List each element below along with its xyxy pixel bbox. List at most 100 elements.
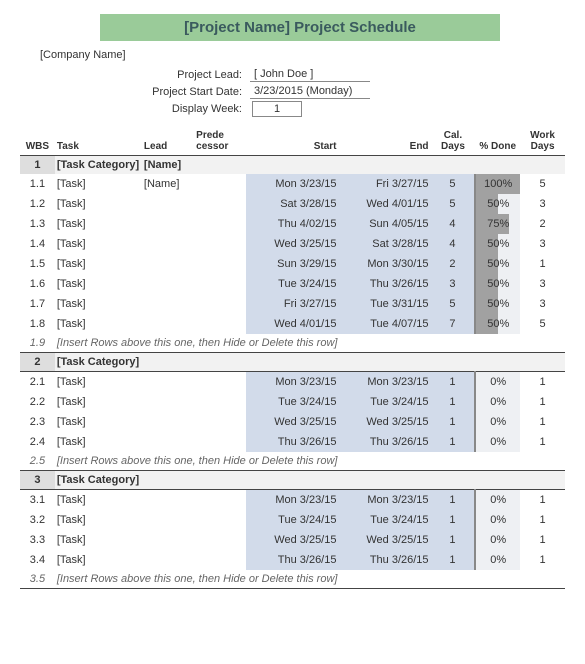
cell-start[interactable]: Mon 3/23/15 <box>246 490 338 511</box>
cell-wbs[interactable]: 1.5 <box>20 254 55 274</box>
cell-task[interactable]: [Task] <box>55 530 142 550</box>
cell-start[interactable]: Wed 4/01/15 <box>246 314 338 334</box>
cell-predecessor[interactable] <box>194 214 246 234</box>
cell-task[interactable]: [Task] <box>55 294 142 314</box>
cell-start[interactable]: Thu 4/02/15 <box>246 214 338 234</box>
cell-start[interactable]: Tue 3/24/15 <box>246 392 338 412</box>
cell-end[interactable]: Tue 3/31/15 <box>338 294 430 314</box>
cell-start[interactable]: Tue 3/24/15 <box>246 510 338 530</box>
cell-wbs[interactable]: 2.3 <box>20 412 55 432</box>
cell-pct-done[interactable]: 50% <box>475 314 520 334</box>
cell-task[interactable]: [Task] <box>55 194 142 214</box>
project-lead-value[interactable]: [ John Doe ] <box>250 67 370 82</box>
cell-start[interactable]: Sat 3/28/15 <box>246 194 338 214</box>
project-start-value[interactable]: 3/23/2015 (Monday) <box>250 84 370 99</box>
cell-cal-days[interactable]: 1 <box>431 510 476 530</box>
cell-start[interactable]: Mon 3/23/15 <box>246 372 338 393</box>
cell-predecessor[interactable] <box>194 412 246 432</box>
cell-task[interactable]: [Task] <box>55 174 142 194</box>
cell-predecessor[interactable] <box>194 174 246 194</box>
cell-predecessor[interactable] <box>194 314 246 334</box>
display-week-value[interactable]: 1 <box>252 101 302 117</box>
cell-end[interactable]: Mon 3/23/15 <box>338 490 430 511</box>
cell-work-days[interactable]: 1 <box>520 372 565 393</box>
cell-start[interactable]: Wed 3/25/15 <box>246 234 338 254</box>
cell-end[interactable]: Sun 4/05/15 <box>338 214 430 234</box>
cell-end[interactable]: Fri 3/27/15 <box>338 174 430 194</box>
cell-wbs[interactable]: 3.1 <box>20 490 55 511</box>
cell-predecessor[interactable] <box>194 254 246 274</box>
cell-end[interactable]: Wed 4/01/15 <box>338 194 430 214</box>
cell-work-days[interactable]: 1 <box>520 392 565 412</box>
cell-end[interactable]: Wed 3/25/15 <box>338 412 430 432</box>
cell-wbs[interactable]: 2.2 <box>20 392 55 412</box>
cell-start[interactable]: Sun 3/29/15 <box>246 254 338 274</box>
cell-predecessor[interactable] <box>194 392 246 412</box>
cell-pct-done[interactable]: 0% <box>475 490 520 511</box>
cell-cal-days[interactable]: 1 <box>431 490 476 511</box>
cell-predecessor[interactable] <box>194 274 246 294</box>
cell-end[interactable]: Thu 3/26/15 <box>338 274 430 294</box>
cell-cal-days[interactable]: 1 <box>431 530 476 550</box>
cell-wbs[interactable]: 2.1 <box>20 372 55 393</box>
cell-work-days[interactable]: 3 <box>520 194 565 214</box>
cell-predecessor[interactable] <box>194 490 246 511</box>
cell-work-days[interactable]: 2 <box>520 214 565 234</box>
cell-pct-done[interactable]: 0% <box>475 510 520 530</box>
cell-pct-done[interactable]: 50% <box>475 274 520 294</box>
cell-task[interactable]: [Task] <box>55 234 142 254</box>
cell-lead[interactable] <box>142 432 194 452</box>
cell-task[interactable]: [Task] <box>55 490 142 511</box>
cell-predecessor[interactable] <box>194 510 246 530</box>
cell-work-days[interactable]: 1 <box>520 254 565 274</box>
cell-end[interactable]: Sat 3/28/15 <box>338 234 430 254</box>
cell-task[interactable]: [Task] <box>55 392 142 412</box>
cell-work-days[interactable]: 1 <box>520 412 565 432</box>
cell-work-days[interactable]: 1 <box>520 490 565 511</box>
cell-work-days[interactable]: 1 <box>520 510 565 530</box>
cell-pct-done[interactable]: 0% <box>475 372 520 393</box>
cell-end[interactable]: Tue 3/24/15 <box>338 510 430 530</box>
cell-pct-done[interactable]: 0% <box>475 530 520 550</box>
cell-start[interactable]: Tue 3/24/15 <box>246 274 338 294</box>
cell-work-days[interactable]: 1 <box>520 550 565 570</box>
cell-pct-done[interactable]: 50% <box>475 254 520 274</box>
cell-predecessor[interactable] <box>194 294 246 314</box>
cell-end[interactable]: Tue 4/07/15 <box>338 314 430 334</box>
cell-start[interactable]: Wed 3/25/15 <box>246 412 338 432</box>
cell-wbs[interactable]: 3.3 <box>20 530 55 550</box>
cell-pct-done[interactable]: 50% <box>475 294 520 314</box>
cell-task[interactable]: [Task] <box>55 314 142 334</box>
cell-wbs[interactable]: 3.2 <box>20 510 55 530</box>
cell-wbs[interactable]: 1.6 <box>20 274 55 294</box>
cell-cal-days[interactable]: 5 <box>431 294 476 314</box>
cell-wbs[interactable]: 3.4 <box>20 550 55 570</box>
cell-lead[interactable]: [Name] <box>142 174 194 194</box>
cell-cal-days[interactable]: 1 <box>431 392 476 412</box>
cell-cal-days[interactable]: 1 <box>431 372 476 393</box>
cell-wbs[interactable]: 1.4 <box>20 234 55 254</box>
cell-wbs[interactable]: 2.4 <box>20 432 55 452</box>
cell-wbs[interactable]: 1.1 <box>20 174 55 194</box>
cell-start[interactable]: Thu 3/26/15 <box>246 550 338 570</box>
cell-task[interactable]: [Task] <box>55 372 142 393</box>
cell-task[interactable]: [Task] <box>55 254 142 274</box>
cell-cal-days[interactable]: 5 <box>431 174 476 194</box>
cell-work-days[interactable]: 3 <box>520 234 565 254</box>
cell-predecessor[interactable] <box>194 234 246 254</box>
cell-work-days[interactable]: 3 <box>520 274 565 294</box>
cell-lead[interactable] <box>142 490 194 511</box>
cell-cal-days[interactable]: 5 <box>431 194 476 214</box>
cell-task[interactable]: [Task] <box>55 412 142 432</box>
cell-lead[interactable] <box>142 392 194 412</box>
cell-cal-days[interactable]: 7 <box>431 314 476 334</box>
cell-lead[interactable] <box>142 294 194 314</box>
cell-task[interactable]: [Task] <box>55 550 142 570</box>
cell-cal-days[interactable]: 4 <box>431 234 476 254</box>
cell-cal-days[interactable]: 2 <box>431 254 476 274</box>
cell-wbs[interactable]: 1.3 <box>20 214 55 234</box>
cell-lead[interactable] <box>142 550 194 570</box>
cell-lead[interactable] <box>142 372 194 393</box>
cell-lead[interactable] <box>142 234 194 254</box>
cell-pct-done[interactable]: 0% <box>475 412 520 432</box>
